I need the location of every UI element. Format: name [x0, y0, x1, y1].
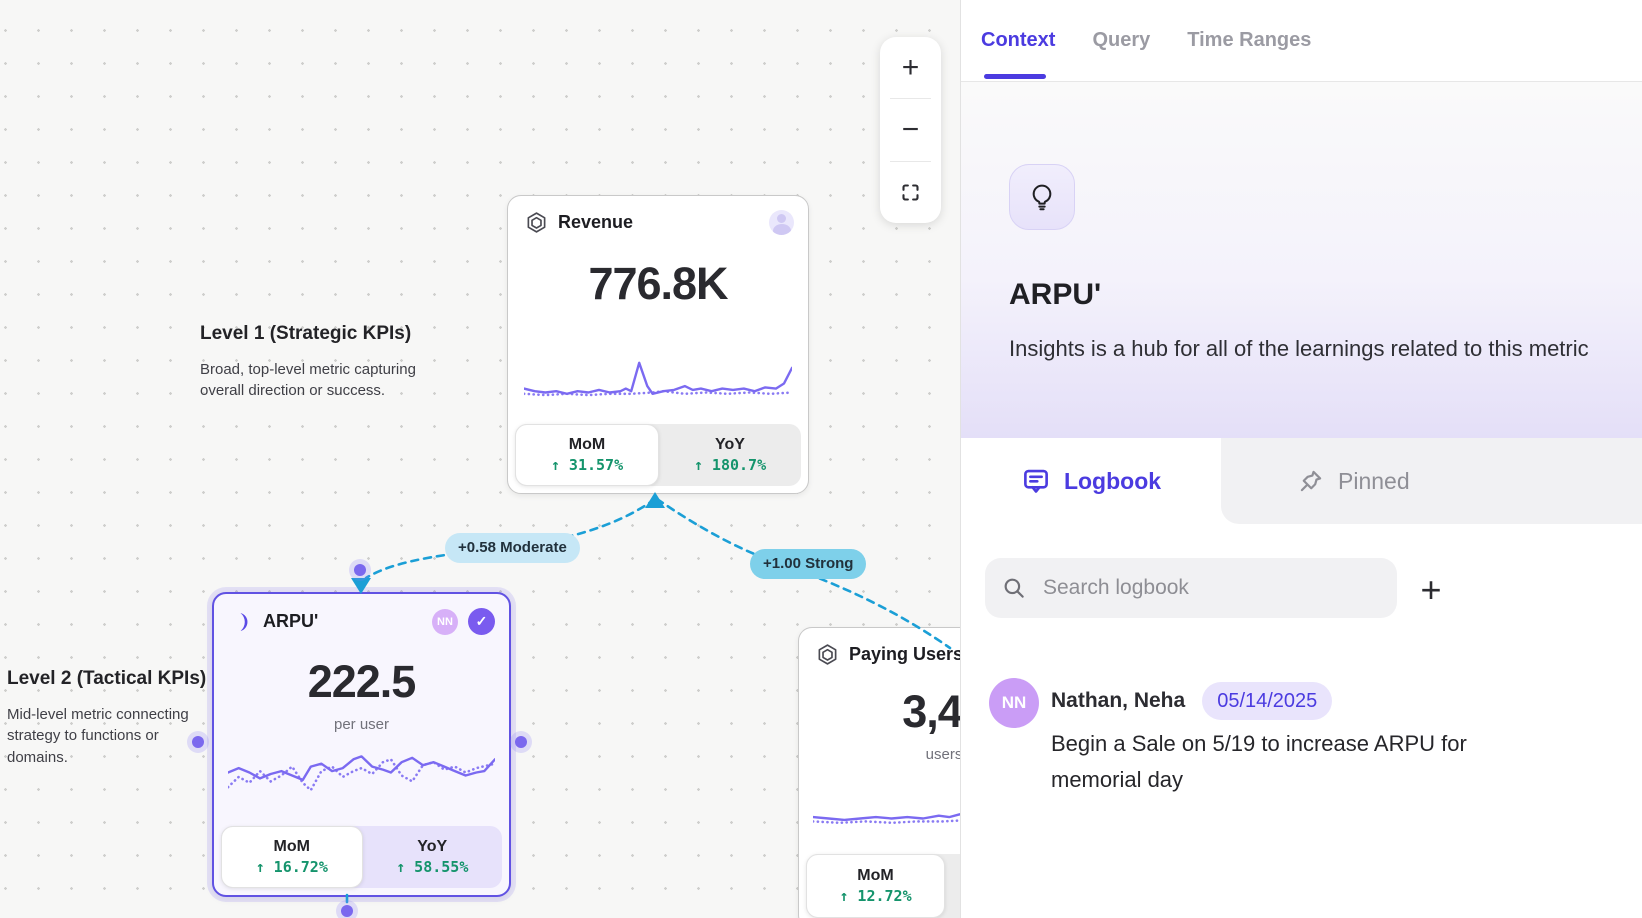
mom-toggle[interactable]: MoM ↑ 31.57%	[515, 424, 659, 486]
level-1-annotation: Level 1 (Strategic KPIs) Broad, top-leve…	[200, 323, 450, 402]
yoy-toggle[interactable]: YoY ↑ 180.7%	[659, 424, 801, 486]
panel-tab-bar: Context Query Time Ranges	[981, 0, 1311, 81]
hexagon-metric-icon	[815, 642, 840, 667]
mom-toggle[interactable]: MoM ↑ 16.72%	[221, 826, 363, 888]
mom-value: ↑ 31.57%	[551, 456, 623, 474]
subtab-logbook[interactable]: Logbook	[961, 438, 1221, 524]
level-2-title: Level 2 (Tactical KPIs)	[7, 668, 221, 690]
yoy-toggle[interactable]: YoY ↑ 58.55%	[363, 826, 503, 888]
edge-arrowhead-into-arpu	[351, 578, 371, 594]
entry-author-name: Nathan, Neha	[1051, 689, 1185, 713]
yoy-label: YoY	[417, 838, 447, 856]
logbook-comment-icon	[1021, 466, 1051, 496]
level-1-description: Broad, top-level metric capturing overal…	[200, 359, 450, 402]
metric-value: 776.8K	[508, 258, 808, 310]
tab-time-ranges[interactable]: Time Ranges	[1187, 29, 1311, 52]
subtab-pinned[interactable]: Pinned	[1221, 438, 1642, 524]
correlation-label-strong: +1.00 Strong	[750, 549, 866, 579]
entry-date-badge[interactable]: 05/14/2025	[1202, 682, 1332, 720]
canvas-zoom-toolbar: + −	[880, 37, 941, 223]
panel-metric-description: Insights is a hub for all of the learnin…	[1009, 332, 1599, 365]
fullscreen-icon	[900, 182, 921, 203]
entry-text: Begin a Sale on 5/19 to increase ARPU fo…	[1051, 726, 1521, 797]
level-2-annotation: Level 2 (Tactical KPIs) Mid-level metric…	[7, 668, 221, 768]
insights-button[interactable]	[1009, 164, 1075, 230]
active-tab-underline	[984, 74, 1046, 79]
search-icon	[1001, 575, 1027, 601]
metric-card-revenue[interactable]: Revenue 776.8K MoM ↑ 31.57% YoY ↑ 180.7%	[507, 195, 809, 494]
edge-arrowhead-into-revenue	[645, 492, 665, 508]
mom-label: MoM	[857, 867, 893, 885]
mom-toggle[interactable]: MoM ↑ 12.72%	[806, 854, 945, 918]
search-input[interactable]	[1041, 575, 1381, 601]
yoy-value: ↑ 58.55%	[396, 858, 468, 876]
card-title: Revenue	[558, 212, 633, 233]
entry-author-avatar: NN	[989, 678, 1039, 728]
tab-context[interactable]: Context	[981, 29, 1055, 52]
tab-query[interactable]: Query	[1092, 29, 1150, 52]
connector-handle-left[interactable]	[192, 736, 204, 748]
metric-card-arpu[interactable]: ARPU' NN ✓ 222.5 per user MoM ↑ 16.72% Y…	[212, 592, 511, 897]
add-log-entry-button[interactable]: +	[1409, 568, 1453, 612]
sparkline-chart	[524, 352, 792, 404]
owner-avatar-icon	[769, 210, 794, 235]
pushpin-icon	[1297, 467, 1325, 495]
mom-label: MoM	[569, 436, 605, 454]
level-1-title: Level 1 (Strategic KPIs)	[200, 323, 450, 345]
level-2-description: Mid-level metric connecting strategy to …	[7, 704, 221, 768]
crescent-moon-icon	[230, 610, 254, 634]
metric-value: 222.5	[214, 656, 509, 708]
sparkline-chart	[228, 746, 495, 804]
card-title: Paying Users'	[849, 644, 967, 665]
yoy-value: ↑ 180.7%	[694, 456, 766, 474]
context-side-panel: Context Query Time Ranges ARPU' Insights…	[960, 0, 1642, 918]
zoom-in-button[interactable]: +	[880, 37, 941, 98]
verified-icon: ✓	[468, 608, 495, 635]
lightbulb-icon	[1026, 181, 1058, 213]
fit-view-button[interactable]	[880, 162, 941, 223]
metric-unit: per user	[214, 716, 509, 733]
collaborator-badge: NN	[432, 609, 458, 635]
panel-metric-title: ARPU'	[1009, 278, 1101, 312]
card-title: ARPU'	[263, 611, 318, 632]
metric-tree-app: Level 1 (Strategic KPIs) Broad, top-leve…	[0, 0, 1642, 918]
correlation-label-moderate: +0.58 Moderate	[445, 533, 580, 563]
hexagon-metric-icon	[524, 210, 549, 235]
connector-handle-bottom[interactable]	[341, 905, 353, 917]
yoy-label: YoY	[715, 436, 745, 454]
mom-label: MoM	[274, 838, 310, 856]
metric-insights-header: ARPU' Insights is a hub for all of the l…	[961, 82, 1642, 438]
logbook-pinned-tab-bar: Logbook Pinned	[961, 438, 1642, 524]
subtab-logbook-label: Logbook	[1064, 468, 1161, 495]
zoom-out-button[interactable]: −	[880, 99, 941, 160]
connector-handle-right[interactable]	[515, 736, 527, 748]
connector-handle-top[interactable]	[354, 564, 366, 576]
logbook-search-bar	[985, 558, 1397, 618]
subtab-pinned-label: Pinned	[1338, 468, 1410, 495]
mom-value: ↑ 16.72%	[256, 858, 328, 876]
mom-value: ↑ 12.72%	[839, 887, 911, 905]
entry-header: Nathan, Neha 05/14/2025	[1051, 682, 1332, 720]
